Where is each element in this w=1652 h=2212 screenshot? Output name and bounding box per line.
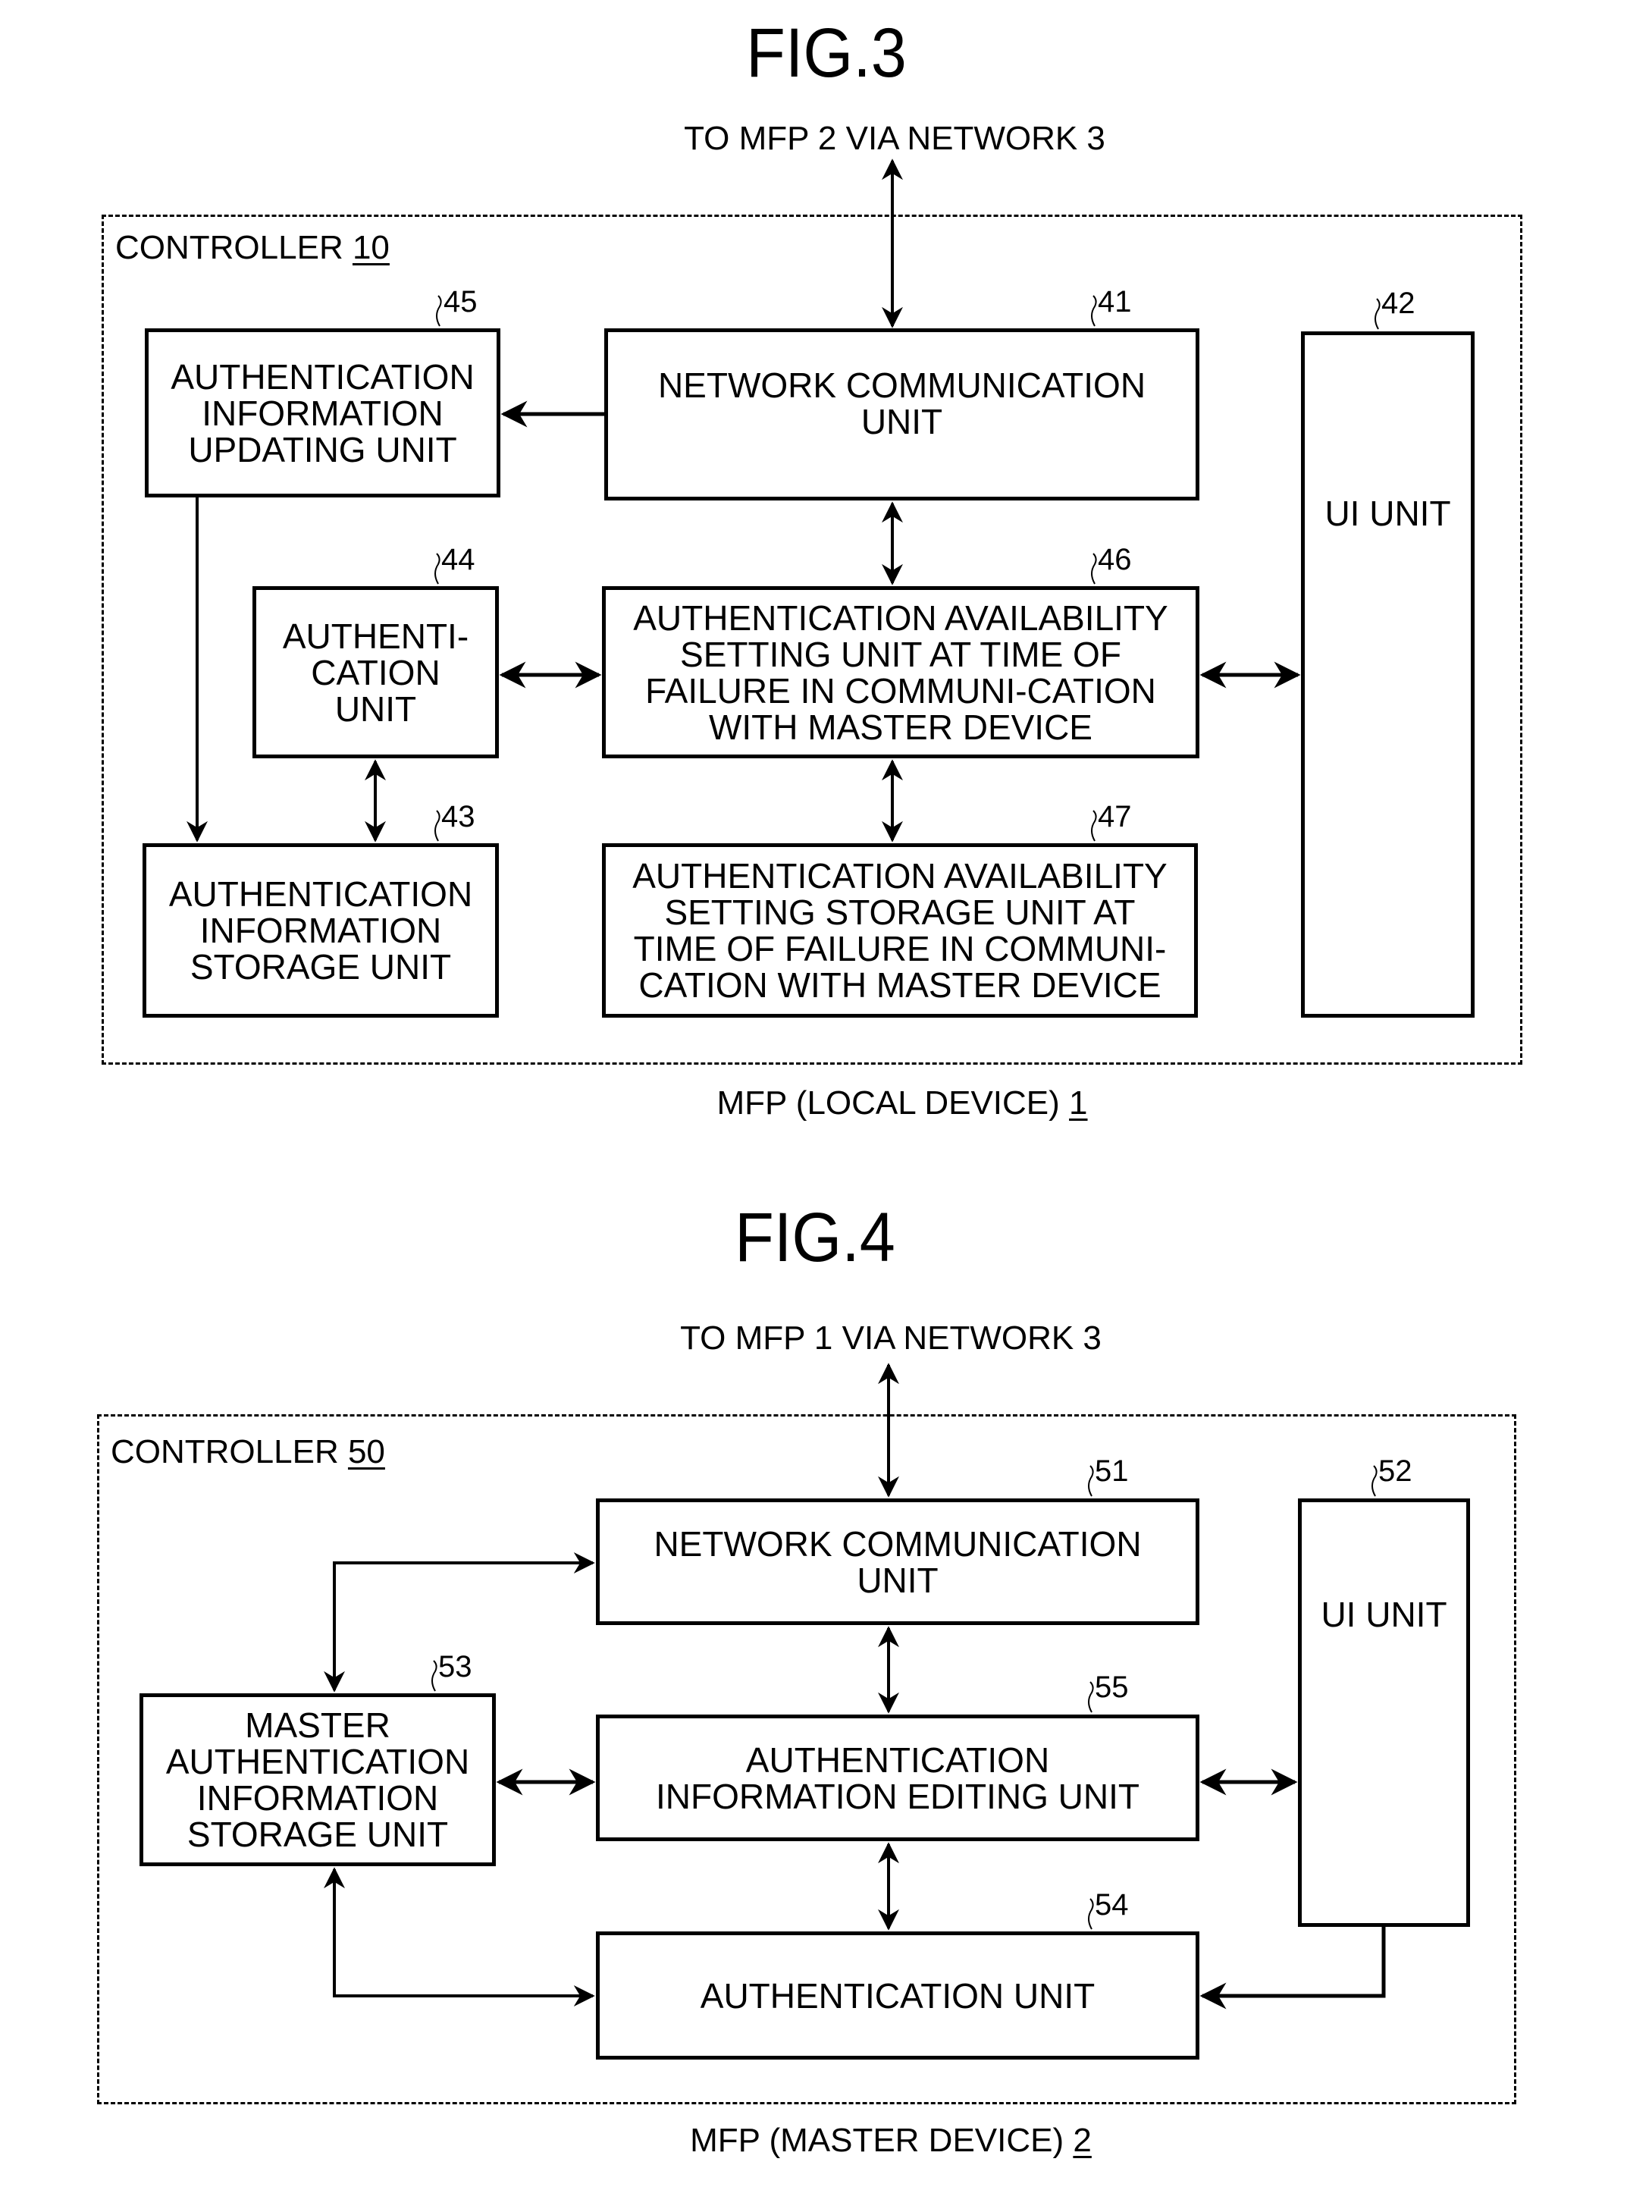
leader-52 <box>1371 1465 1378 1497</box>
leader-47 <box>1091 810 1097 842</box>
arrow-52-to-54 <box>1199 1927 1386 2010</box>
leader-51 <box>1088 1465 1094 1497</box>
leader-43 <box>434 810 440 842</box>
leader-46 <box>1091 553 1097 585</box>
arrow-53-to-51 <box>324 1552 595 1693</box>
leader-42 <box>1375 298 1381 330</box>
leader-53 <box>431 1660 437 1692</box>
leader-55 <box>1088 1681 1094 1713</box>
connector-layer <box>187 158 1386 2010</box>
leader-54 <box>1088 1898 1094 1930</box>
arrow-53-to-54 <box>324 1867 595 2006</box>
leader-41 <box>1091 295 1097 327</box>
leader-44 <box>434 553 440 585</box>
leader-45 <box>436 295 442 327</box>
